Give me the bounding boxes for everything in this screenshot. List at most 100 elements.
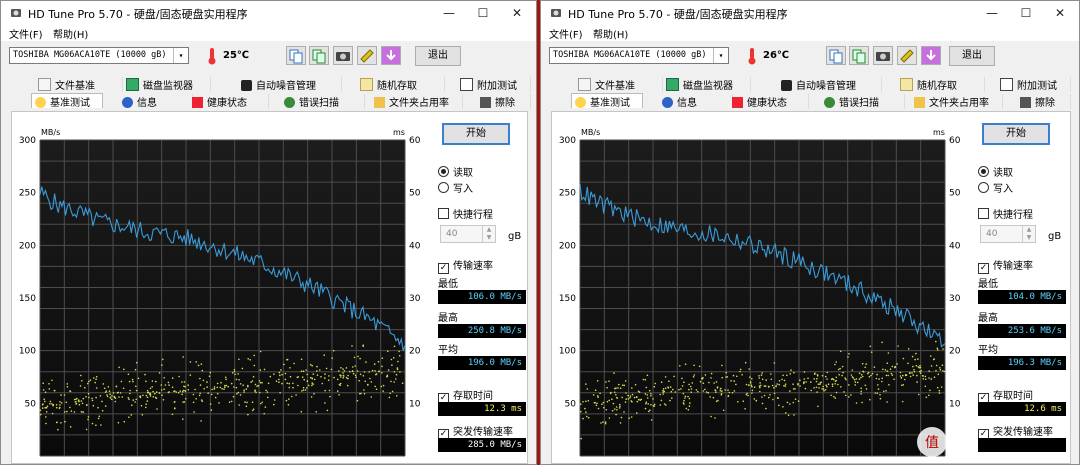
short-stroke-checkbox[interactable]: 快捷行程 — [438, 206, 493, 221]
access-time-point — [343, 370, 346, 372]
access-time-point — [45, 422, 47, 425]
minimize-button[interactable]: — — [975, 1, 1009, 25]
start-button[interactable]: 开始 — [982, 123, 1050, 145]
short-stroke-stepper[interactable]: 40 ▲ ▼ — [440, 225, 496, 243]
read-radio[interactable]: 读取 — [978, 164, 1013, 179]
tab-extra-tests[interactable]: 附加测试 — [457, 77, 531, 92]
access-time-point — [721, 390, 723, 392]
tab-erase[interactable]: 擦除 — [1017, 94, 1071, 109]
tab-folder-usage[interactable]: 文件夹占用率 — [371, 94, 463, 109]
y-right-tick-label: 50 — [409, 189, 421, 199]
options-button[interactable] — [897, 46, 917, 65]
tab-file-benchmark[interactable]: 文件基准 — [575, 77, 663, 92]
access-time-point — [913, 370, 916, 373]
menu-help[interactable]: 帮助(H) — [53, 26, 88, 41]
access-time-point — [720, 394, 723, 396]
access-time-point — [725, 371, 727, 374]
maximize-button[interactable]: ☐ — [1009, 1, 1043, 25]
tab-health[interactable]: 健康状态 — [189, 94, 269, 109]
tab-erase[interactable]: 擦除 — [477, 94, 531, 109]
access-time-point — [156, 408, 158, 410]
save-button[interactable] — [921, 46, 941, 65]
extra-test-icon — [1000, 78, 1013, 91]
write-radio[interactable]: 写入 — [978, 180, 1013, 195]
access-time-point — [794, 388, 796, 390]
tab-benchmark[interactable]: 基准测试 — [571, 93, 643, 109]
access-time-point — [87, 416, 90, 418]
drive-select[interactable]: TOSHIBA MG06ACA10TE (10000 gB) ▾ — [549, 47, 729, 64]
access-time-point — [629, 395, 632, 397]
access-time-point — [288, 398, 290, 400]
access-time-point — [917, 366, 920, 368]
access-time-point — [887, 374, 889, 377]
tab-benchmark[interactable]: 基准测试 — [31, 93, 103, 109]
access-time-point — [605, 409, 608, 411]
access-time-point — [63, 411, 66, 413]
menu-file[interactable]: 文件(F) — [549, 26, 583, 41]
menu-file[interactable]: 文件(F) — [9, 26, 43, 41]
access-time-point — [816, 377, 818, 380]
tab-folder-usage[interactable]: 文件夹占用率 — [911, 94, 1003, 109]
access-time-point — [230, 400, 233, 403]
screenshot-button[interactable] — [333, 46, 353, 65]
close-button[interactable]: ✕ — [500, 1, 534, 25]
tab-file-benchmark[interactable]: 文件基准 — [35, 77, 123, 92]
copy-all-button[interactable] — [309, 46, 329, 65]
access-time-point — [848, 384, 850, 386]
access-time-point — [847, 356, 849, 358]
save-button[interactable] — [381, 46, 401, 65]
access-time-point — [287, 404, 290, 406]
temperature-readout: 26℃ — [763, 50, 790, 61]
tab-disk-monitor[interactable]: 磁盘监视器 — [663, 77, 751, 92]
access-time-point — [690, 388, 693, 390]
exit-button[interactable]: 退出 — [415, 46, 461, 66]
tab-random-access[interactable]: 随机存取 — [357, 77, 445, 92]
y-right-tick-label: 30 — [949, 294, 961, 304]
short-stroke-stepper[interactable]: 40 ▲ ▼ — [980, 225, 1036, 243]
maximize-button[interactable]: ☐ — [466, 1, 500, 25]
access-time-point — [877, 388, 880, 390]
copy-info-button[interactable] — [286, 46, 306, 65]
access-time-point — [760, 374, 763, 376]
access-time-point — [227, 385, 229, 388]
tab-info[interactable]: 信息 — [659, 94, 733, 109]
access-time-point — [778, 383, 780, 386]
access-time-point — [629, 397, 631, 399]
access-time-point — [197, 364, 200, 367]
access-time-point — [693, 364, 695, 367]
tab-disk-monitor[interactable]: 磁盘监视器 — [123, 77, 211, 92]
start-button[interactable]: 开始 — [442, 123, 510, 145]
tab-health[interactable]: 健康状态 — [729, 94, 809, 109]
tab-error-scan[interactable]: 错误扫描 — [821, 94, 905, 109]
access-time-point — [615, 387, 617, 389]
options-button[interactable] — [357, 46, 377, 65]
access-time-point — [761, 402, 764, 405]
tab-aam[interactable]: 自动噪音管理 — [238, 77, 342, 92]
access-time-point — [145, 406, 147, 409]
read-radio[interactable]: 读取 — [438, 164, 473, 179]
menu-help[interactable]: 帮助(H) — [593, 26, 628, 41]
transfer-rate-checkbox[interactable]: ✓ 传输速率 — [438, 257, 493, 274]
minimize-button[interactable]: — — [432, 1, 466, 25]
access-time-point — [907, 362, 909, 365]
tab-random-access[interactable]: 随机存取 — [897, 77, 985, 92]
drive-select[interactable]: TOSHIBA MG06ACA10TE (10000 gB) ▾ — [9, 47, 189, 64]
access-time-point — [152, 396, 155, 398]
exit-button[interactable]: 退出 — [949, 46, 995, 66]
screenshot-button[interactable] — [873, 46, 893, 65]
write-radio[interactable]: 写入 — [438, 180, 473, 195]
tab-aam[interactable]: 自动噪音管理 — [778, 77, 882, 92]
tab-error-scan[interactable]: 错误扫描 — [281, 94, 365, 109]
short-stroke-checkbox[interactable]: 快捷行程 — [978, 206, 1033, 221]
access-time-point — [750, 384, 753, 387]
copy-all-button[interactable] — [849, 46, 869, 65]
short-stroke-unit: gB — [508, 231, 522, 242]
min-value: 104.0 MB/s — [978, 290, 1066, 304]
access-time-point — [200, 420, 202, 422]
tab-extra-tests[interactable]: 附加测试 — [997, 77, 1071, 92]
transfer-rate-checkbox[interactable]: ✓ 传输速率 — [978, 257, 1033, 274]
copy-info-button[interactable] — [826, 46, 846, 65]
tab-info[interactable]: 信息 — [119, 94, 193, 109]
access-time-point — [206, 386, 208, 388]
close-button[interactable]: ✕ — [1043, 1, 1077, 25]
